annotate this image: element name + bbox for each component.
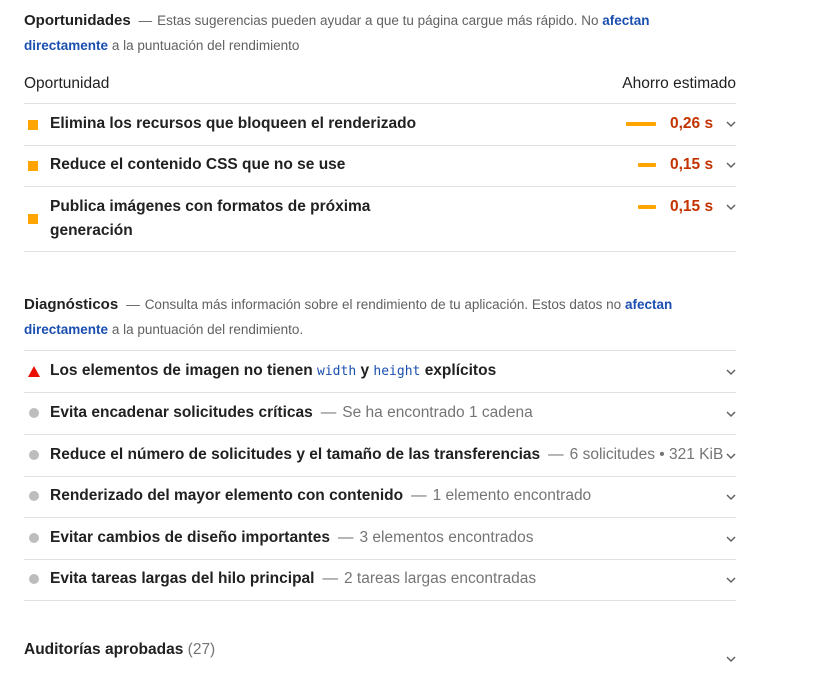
- diagnostic-row-unsized-images[interactable]: Los elementos de imagen no tienen width …: [24, 351, 736, 392]
- opportunities-desc: Estas sugerencias pueden ayudar a que tu…: [157, 13, 599, 28]
- lighthouse-performance-panel: Oportunidades — Estas sugerencias pueden a…: [0, 0, 818, 691]
- diagnostic-label: Evitar cambios de diseño importantes —3 e…: [50, 529, 534, 546]
- chevron-down-icon[interactable]: [726, 452, 736, 460]
- opportunity-label-line1: Publica imágenes con formatos de próxima: [50, 198, 371, 215]
- afectan-link[interactable]: afectan: [602, 13, 649, 28]
- diagnostic-row-critical-chains[interactable]: Evita encadenar solicitudes críticas — Se …: [24, 393, 736, 434]
- warning-triangle-icon: [28, 366, 40, 377]
- diagnostic-row-lcp-element[interactable]: Renderizado del mayor elemento con conte…: [24, 477, 736, 517]
- diagnostics-desc: Consulta más información sobre el rendim…: [144, 297, 622, 312]
- opportunity-label: Elimina los recursos que bloqueen el ren…: [50, 115, 417, 132]
- passed-audits-toggle[interactable]: Auditorías aprobadas (27): [24, 641, 215, 659]
- opportunity-row-unused-css[interactable]: Reduce el contenido CSS que no se use 0,…: [24, 146, 736, 186]
- divider: [24, 251, 736, 252]
- diagnostic-row-layout-shifts[interactable]: Evitar cambios de diseño importantes —3 e…: [24, 518, 736, 559]
- directamente-link[interactable]: directamente: [24, 322, 108, 337]
- opportunities-title: Oportunidades: [24, 12, 131, 29]
- gray-dot-icon: [29, 408, 39, 418]
- gray-dot-icon: [29, 574, 39, 584]
- opportunity-row-next-gen-images[interactable]: Publica imágenes con formatos de próxima…: [24, 187, 736, 251]
- chevron-down-icon[interactable]: [726, 203, 736, 211]
- chevron-down-icon[interactable]: [726, 410, 736, 418]
- chevron-down-icon[interactable]: [726, 655, 736, 663]
- chevron-down-icon[interactable]: [726, 493, 736, 501]
- column-estimated-saving: Ahorro estimado: [622, 75, 736, 92]
- diagnostic-label: Renderizado del mayor elemento con conte…: [50, 487, 592, 504]
- dash: —: [138, 13, 153, 28]
- saving-value: 0,26 s: [670, 115, 714, 132]
- chevron-down-icon[interactable]: [726, 576, 736, 584]
- opportunities-desc-end: a la puntuación del rendimiento: [111, 38, 300, 53]
- saving-value: 0,15 s: [670, 156, 714, 173]
- gray-dot-icon: [29, 533, 39, 543]
- column-opportunity: Oportunidad: [24, 75, 110, 92]
- diagnostic-label: Evita tareas largas del hilo principal —2…: [50, 570, 537, 587]
- orange-square-icon: [28, 214, 38, 224]
- diagnostic-label: Reduce el número de solicitudes y el tam…: [50, 446, 724, 463]
- chevron-down-icon[interactable]: [726, 535, 736, 543]
- saving-bar: [638, 163, 656, 167]
- orange-square-icon: [28, 161, 38, 171]
- dash: —: [126, 297, 140, 312]
- diagnostic-row-resource-summary[interactable]: Reduce el número de solicitudes y el tam…: [24, 435, 736, 476]
- diagnostic-detail: Se ha encontrado 1 cadena: [342, 404, 533, 421]
- chevron-down-icon[interactable]: [726, 368, 736, 376]
- diagnostic-label: Los elementos de imagen no tienen width …: [50, 362, 497, 379]
- opportunities-header: Oportunidades — Estas sugerencias pueden a…: [24, 8, 724, 58]
- opportunity-row-render-blocking[interactable]: Elimina los recursos que bloqueen el ren…: [24, 104, 736, 145]
- gray-dot-icon: [29, 491, 39, 501]
- saving-bar: [638, 205, 656, 209]
- code-width: width: [317, 364, 357, 379]
- diagnostics-desc-end: a la puntuación del rendimiento.: [111, 322, 304, 337]
- opportunity-label: Reduce el contenido CSS que no se use: [50, 156, 346, 173]
- chevron-down-icon[interactable]: [726, 161, 736, 169]
- diagnostic-detail: 1 elemento encontrado: [432, 487, 592, 504]
- diagnostics-header: Diagnósticos — Consulta más información so…: [24, 292, 724, 342]
- diagnostic-detail: 6 solicitudes • 321 KiB: [569, 446, 724, 463]
- saving-value: 0,15 s: [670, 198, 714, 215]
- saving-bar: [626, 122, 656, 126]
- diagnostic-detail: 3 elementos encontrados: [359, 529, 534, 546]
- opportunity-label-line2: generación: [50, 222, 133, 239]
- chevron-down-icon[interactable]: [726, 120, 736, 128]
- opportunities-column-header: Oportunidad Ahorro estimado: [24, 72, 736, 102]
- diagnostic-detail: 2 tareas largas encontradas: [343, 570, 537, 587]
- divider: [24, 600, 736, 601]
- diagnostic-label: Evita encadenar solicitudes críticas — Se …: [50, 404, 533, 421]
- directamente-link[interactable]: directamente: [24, 38, 108, 53]
- passed-audits-count: (27): [187, 641, 216, 658]
- gray-dot-icon: [29, 450, 39, 460]
- afectan-link[interactable]: afectan: [625, 297, 672, 312]
- diagnostic-row-long-tasks[interactable]: Evita tareas largas del hilo principal —2…: [24, 560, 736, 600]
- code-height: height: [373, 364, 421, 379]
- diagnostics-title: Diagnósticos: [24, 296, 119, 313]
- orange-square-icon: [28, 120, 38, 130]
- passed-audits-title: Auditorías aprobadas: [24, 641, 184, 658]
